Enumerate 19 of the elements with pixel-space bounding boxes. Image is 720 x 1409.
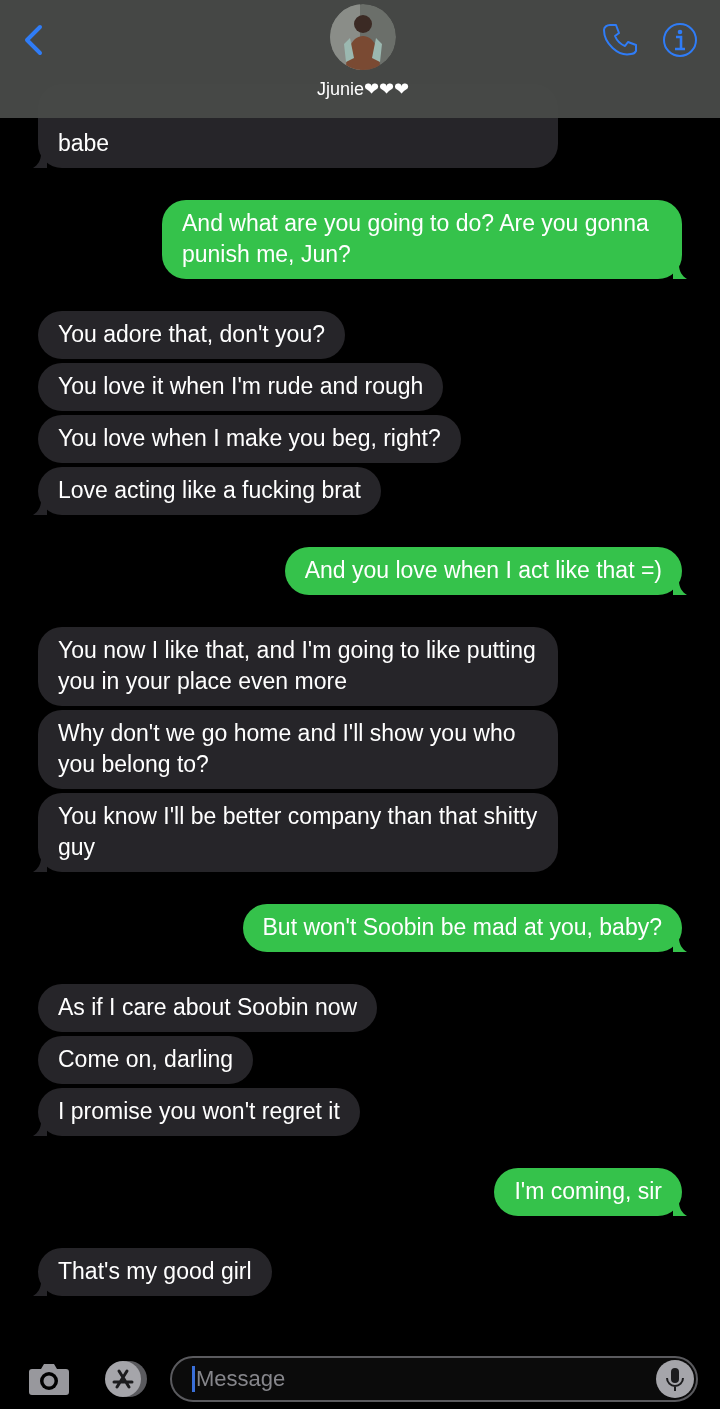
message-bubble: I'm coming, sir (494, 1168, 682, 1216)
message-field[interactable]: Message (170, 1356, 698, 1402)
message-bubble: You adore that, don't you? (38, 311, 345, 359)
microphone-icon[interactable] (656, 1360, 694, 1398)
message-bubble: And you love when I act like that =) (284, 547, 682, 595)
message-bubble: Come on, darling (38, 1036, 254, 1084)
message-bubble: That's my good girl (38, 1248, 272, 1296)
message-bubble: And what are you going to do? Are you gonna punish me, Jun? (162, 200, 682, 279)
message-bubble: As if I care about Soobin now (38, 984, 378, 1032)
message-bubble: But won't Soobin be mad at you, baby? (242, 904, 682, 952)
message-bubble: You now I like that, and I'm going to like putting you in your place even more (38, 627, 558, 706)
message-bubble: Love acting like a fucking brat (38, 467, 381, 515)
message-bubble: You love it when I'm rude and rough (38, 363, 444, 411)
message-bubble: Why don't we go home and I'll show you who you belong to? (38, 710, 558, 789)
camera-icon[interactable] (28, 1361, 70, 1397)
message-bubble: You love when I make you beg, right? (38, 415, 461, 463)
message-bubble: You know I'll be better company than that shitty guy (38, 793, 558, 872)
message-bubble: I promise you won't regret it (38, 1088, 360, 1136)
avatar[interactable] (330, 4, 396, 70)
